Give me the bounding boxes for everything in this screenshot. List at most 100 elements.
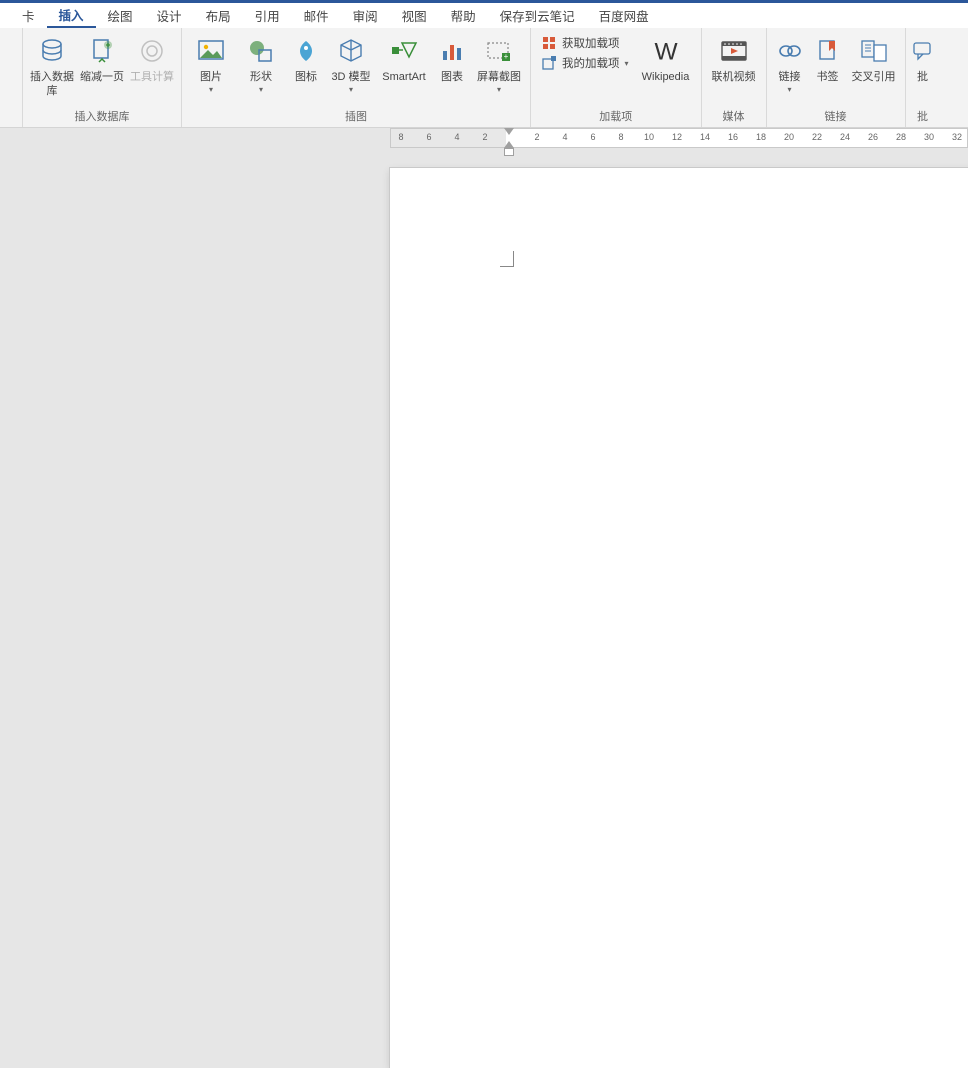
partial-icon [0, 35, 25, 67]
get-addins-label: 获取加载项 [562, 35, 620, 51]
tab-references[interactable]: 引用 [243, 3, 292, 28]
shrink-page-button[interactable]: 缩减一页 [77, 31, 127, 98]
tool-calc-icon [136, 35, 168, 67]
tab-draw[interactable]: 绘图 [96, 3, 145, 28]
ruler-tick: 26 [868, 132, 878, 142]
shapes-button[interactable]: 形状▾ [236, 31, 286, 98]
hanging-indent-marker[interactable] [504, 141, 514, 148]
chart-label: 图表 [441, 70, 463, 98]
bookmark-label: 书签 [817, 70, 839, 98]
group-label-comments-partial: 批 [910, 106, 936, 127]
link-label: 链接 [779, 70, 801, 84]
cross-reference-label: 交叉引用 [852, 70, 896, 98]
ruler-tick: 32 [952, 132, 962, 142]
ruler-tick: 4 [562, 132, 567, 142]
ruler-tick: 18 [756, 132, 766, 142]
icons-label: 图标 [295, 70, 317, 98]
link-button[interactable]: 链接▾ [771, 31, 809, 98]
ruler-tick: 4 [454, 132, 459, 142]
chevron-down-icon: ▾ [625, 59, 629, 68]
ruler-tick: 8 [398, 132, 403, 142]
tab-design[interactable]: 设计 [145, 3, 194, 28]
icons-button[interactable]: 图标 [286, 31, 326, 98]
ruler-tick: 2 [482, 132, 487, 142]
online-video-label: 联机视频 [712, 70, 756, 98]
ruler-tick: 14 [700, 132, 710, 142]
tool-calc-button: 工具计算 [127, 31, 177, 98]
model3d-button[interactable]: 3D 模型▾ [326, 31, 376, 98]
document-workspace: 86422468101214161820222426283032 [0, 128, 968, 625]
wikipedia-button[interactable]: W Wikipedia [635, 31, 697, 98]
group-label-addins: 加载项 [535, 106, 697, 127]
cross-reference-button[interactable]: 交叉引用 [847, 31, 901, 98]
tab-layout[interactable]: 布局 [194, 3, 243, 28]
ruler-tick: 8 [618, 132, 623, 142]
tool-calc-label: 工具计算 [130, 70, 174, 98]
video-icon [718, 35, 750, 67]
shrink-page-label: 缩减一页 [80, 70, 124, 98]
screenshot-icon: + [483, 35, 515, 67]
group-label-partial [0, 110, 18, 127]
tab-baidu[interactable]: 百度网盘 [587, 3, 661, 28]
ruler-tick: 12 [672, 132, 682, 142]
group-label-database: 插入数据库 [27, 106, 177, 127]
addins-icon [541, 55, 557, 71]
cross-ref-icon [858, 35, 890, 67]
group-label-illustrations: 插图 [186, 106, 526, 127]
tab-view[interactable]: 视图 [390, 3, 439, 28]
partial-left-button[interactable] [0, 31, 18, 70]
ruler-tick: 16 [728, 132, 738, 142]
get-addins-button[interactable]: 获取加载项 [541, 35, 629, 51]
text-cursor [500, 251, 514, 267]
insert-database-button[interactable]: 插入数据库 [27, 31, 77, 99]
screenshot-label: 屏幕截图 [477, 70, 521, 84]
insert-database-label: 插入数据库 [29, 70, 75, 99]
ruler-tick: 22 [812, 132, 822, 142]
ruler-tick: 10 [644, 132, 654, 142]
picture-label: 图片 [200, 70, 222, 84]
bookmark-button[interactable]: 书签 [809, 31, 847, 98]
link-icon [774, 35, 806, 67]
horizontal-ruler[interactable]: 86422468101214161820222426283032 [390, 128, 968, 148]
tab-help[interactable]: 帮助 [439, 3, 488, 28]
my-addins-label: 我的加载项 [562, 55, 620, 71]
first-line-indent-marker[interactable] [504, 128, 514, 135]
picture-button[interactable]: 图片▾ [186, 31, 236, 98]
store-icon [541, 35, 557, 51]
my-addins-button[interactable]: 我的加载项 ▾ [541, 55, 629, 71]
smartart-icon [388, 35, 420, 67]
chevron-down-icon: ▾ [200, 85, 222, 95]
tab-mailings[interactable]: 邮件 [292, 3, 341, 28]
svg-text:+: + [504, 52, 509, 61]
tab-review[interactable]: 审阅 [341, 3, 390, 28]
ruler-tick: 6 [590, 132, 595, 142]
shapes-label: 形状 [250, 70, 272, 84]
wikipedia-icon: W [650, 35, 682, 67]
tab-save-cloud[interactable]: 保存到云笔记 [488, 3, 587, 28]
ruler-margin-zone [391, 129, 506, 147]
chart-icon [436, 35, 468, 67]
screenshot-button[interactable]: + 屏幕截图▾ [472, 31, 526, 98]
chevron-down-icon: ▾ [250, 85, 272, 95]
chevron-down-icon: ▾ [331, 85, 370, 95]
smartart-button[interactable]: SmartArt [376, 31, 432, 98]
ruler-tick: 20 [784, 132, 794, 142]
tab-insert[interactable]: 插入 [47, 3, 96, 28]
smartart-label: SmartArt [382, 70, 425, 98]
tab-partial[interactable]: 卡 [10, 3, 47, 28]
comment-button-partial[interactable]: 批 [910, 31, 936, 98]
tab-bar: 卡 插入 绘图 设计 布局 引用 邮件 审阅 视图 帮助 保存到云笔记 百度网盘 [0, 0, 968, 28]
ruler-tick: 24 [840, 132, 850, 142]
chart-button[interactable]: 图表 [432, 31, 472, 98]
shapes-icon [245, 35, 277, 67]
chevron-down-icon: ▾ [779, 85, 801, 95]
ribbon: 插入数据库 缩减一页 工具计算 插入数据库 图 [0, 28, 968, 128]
group-label-links: 链接 [771, 106, 901, 127]
ruler-tick: 6 [426, 132, 431, 142]
icons-icon [290, 35, 322, 67]
left-indent-marker[interactable] [504, 148, 514, 156]
online-video-button[interactable]: 联机视频 [706, 31, 762, 98]
document-page[interactable] [390, 168, 968, 1068]
ruler-tick: 2 [534, 132, 539, 142]
picture-icon [195, 35, 227, 67]
